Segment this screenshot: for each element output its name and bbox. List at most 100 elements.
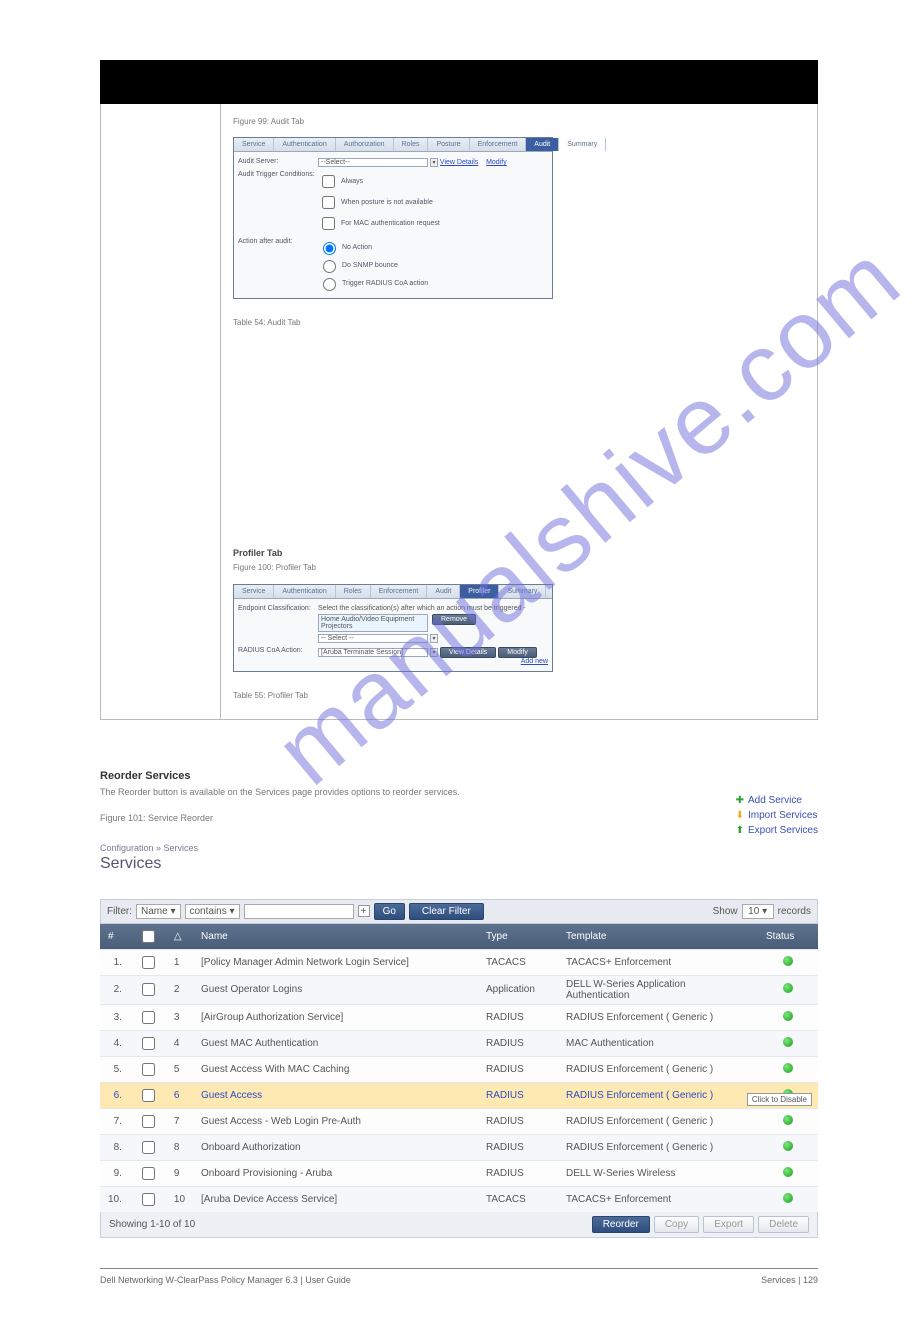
endpoint-opt-1[interactable]: Home Audio/Video Equipment [321, 616, 425, 623]
row-status[interactable] [758, 975, 818, 1004]
row-checkbox[interactable] [142, 1089, 155, 1102]
ptab-authentication[interactable]: Authentication [274, 585, 335, 598]
table-row[interactable]: 2.2Guest Operator LoginsApplicationDELL … [100, 975, 818, 1004]
col-order[interactable]: △ [166, 924, 193, 950]
status-dot-icon[interactable] [783, 983, 793, 993]
row-checkbox[interactable] [142, 1141, 155, 1154]
row-status[interactable] [758, 949, 818, 975]
row-checkbox[interactable] [142, 1037, 155, 1050]
modify-link[interactable]: Modify [486, 159, 507, 166]
col-template[interactable]: Template [558, 924, 758, 950]
row-status[interactable] [758, 1004, 818, 1030]
tab-authorization[interactable]: Authorization [336, 138, 394, 151]
table-row[interactable]: 10.10[Aruba Device Access Service]TACACS… [100, 1186, 818, 1212]
row-checkbox[interactable] [142, 1011, 155, 1024]
row-name[interactable]: Guest Access - Web Login Pre-Auth [193, 1108, 478, 1134]
chk-always[interactable] [322, 175, 335, 188]
export-services-link[interactable]: Export Services [736, 823, 818, 838]
row-name[interactable]: Guest Operator Logins [193, 975, 478, 1004]
row-name[interactable]: Onboard Authorization [193, 1134, 478, 1160]
delete-button[interactable]: Delete [758, 1216, 809, 1233]
copy-button[interactable]: Copy [654, 1216, 699, 1233]
reorder-button[interactable]: Reorder [592, 1216, 650, 1233]
col-name[interactable]: Name [193, 924, 478, 950]
chk-posture[interactable] [322, 196, 335, 209]
add-new-link[interactable]: Add new [521, 658, 548, 665]
tab-posture[interactable]: Posture [428, 138, 469, 151]
go-button[interactable]: Go [374, 903, 405, 920]
add-service-link[interactable]: Add Service [736, 793, 818, 808]
table-row[interactable]: 3.3[AirGroup Authorization Service]RADIU… [100, 1004, 818, 1030]
col-type[interactable]: Type [478, 924, 558, 950]
table-row[interactable]: 1.1[Policy Manager Admin Network Login S… [100, 949, 818, 975]
row-checkbox[interactable] [142, 1115, 155, 1128]
status-dot-icon[interactable] [783, 1141, 793, 1151]
row-status[interactable] [758, 1030, 818, 1056]
row-checkbox[interactable] [142, 956, 155, 969]
endpoint-select[interactable]: -- Select -- [318, 634, 428, 643]
show-count-select[interactable]: 10 ▾ [742, 904, 774, 919]
clear-filter-button[interactable]: Clear Filter [409, 903, 484, 920]
add-filter-button[interactable]: + [358, 905, 370, 917]
status-dot-icon[interactable] [783, 1011, 793, 1021]
table-row[interactable]: 9.9Onboard Provisioning - ArubaRADIUSDEL… [100, 1160, 818, 1186]
filter-value-input[interactable] [244, 904, 354, 919]
row-checkbox[interactable] [142, 983, 155, 996]
row-name[interactable]: [Aruba Device Access Service] [193, 1186, 478, 1212]
status-dot-icon[interactable] [783, 1115, 793, 1125]
dropdown-icon[interactable]: ▾ [430, 634, 438, 643]
audit-server-select[interactable]: --Select-- [318, 158, 428, 167]
row-checkbox[interactable] [142, 1063, 155, 1076]
row-name[interactable]: [Policy Manager Admin Network Login Serv… [193, 949, 478, 975]
modify-button[interactable]: Modify [498, 647, 537, 658]
tab-service[interactable]: Service [234, 138, 274, 151]
filter-field-select[interactable]: Name ▾ [136, 904, 181, 919]
import-services-link[interactable]: Import Services [736, 808, 818, 823]
endpoint-opt-2[interactable]: Projectors [321, 623, 425, 630]
row-status[interactable] [758, 1108, 818, 1134]
row-checkbox[interactable] [142, 1193, 155, 1206]
row-status[interactable] [758, 1186, 818, 1212]
tab-audit[interactable]: Audit [526, 138, 559, 151]
remove-button[interactable]: Remove [432, 614, 476, 625]
table-row[interactable]: 7.7Guest Access - Web Login Pre-AuthRADI… [100, 1108, 818, 1134]
col-status[interactable]: Status [758, 924, 818, 950]
view-details-button[interactable]: View Details [440, 647, 496, 658]
view-details-link[interactable]: View Details [440, 159, 478, 166]
row-name[interactable]: Onboard Provisioning - Aruba [193, 1160, 478, 1186]
row-status[interactable] [758, 1056, 818, 1082]
status-dot-icon[interactable] [783, 1167, 793, 1177]
radio-no-action[interactable] [323, 242, 336, 255]
tab-summary[interactable]: Summary [559, 138, 606, 151]
chk-mac[interactable] [322, 217, 335, 230]
radio-coa[interactable] [323, 278, 336, 291]
dropdown-icon[interactable]: ▾ [430, 648, 438, 657]
ptab-summary[interactable]: Summary [499, 585, 546, 598]
dropdown-icon[interactable]: ▾ [430, 158, 438, 167]
table-row[interactable]: 4.4Guest MAC AuthenticationRADIUSMAC Aut… [100, 1030, 818, 1056]
status-dot-icon[interactable] [783, 1193, 793, 1203]
row-name[interactable]: [AirGroup Authorization Service] [193, 1004, 478, 1030]
tab-enforcement[interactable]: Enforcement [470, 138, 527, 151]
status-dot-icon[interactable] [783, 1037, 793, 1047]
row-status[interactable] [758, 1134, 818, 1160]
table-row[interactable]: 5.5Guest Access With MAC CachingRADIUSRA… [100, 1056, 818, 1082]
row-name[interactable]: Guest Access With MAC Caching [193, 1056, 478, 1082]
row-name[interactable]: Guest Access [193, 1082, 478, 1108]
ptab-roles[interactable]: Roles [336, 585, 371, 598]
filter-op-select[interactable]: contains ▾ [185, 904, 240, 919]
status-dot-icon[interactable] [783, 956, 793, 966]
coa-action-select[interactable]: [Aruba Terminate Session] [318, 648, 428, 657]
table-row[interactable]: 6.6Guest AccessRADIUSRADIUS Enforcement … [100, 1082, 818, 1108]
tab-authentication[interactable]: Authentication [274, 138, 335, 151]
row-status[interactable] [758, 1160, 818, 1186]
ptab-enforcement[interactable]: Enforcement [371, 585, 428, 598]
radio-snmp[interactable] [323, 260, 336, 273]
status-dot-icon[interactable] [783, 1063, 793, 1073]
ptab-profiler[interactable]: Profiler [460, 585, 499, 598]
select-all-checkbox[interactable] [142, 930, 155, 943]
export-button[interactable]: Export [703, 1216, 754, 1233]
row-checkbox[interactable] [142, 1167, 155, 1180]
ptab-service[interactable]: Service [234, 585, 274, 598]
ptab-audit[interactable]: Audit [427, 585, 460, 598]
